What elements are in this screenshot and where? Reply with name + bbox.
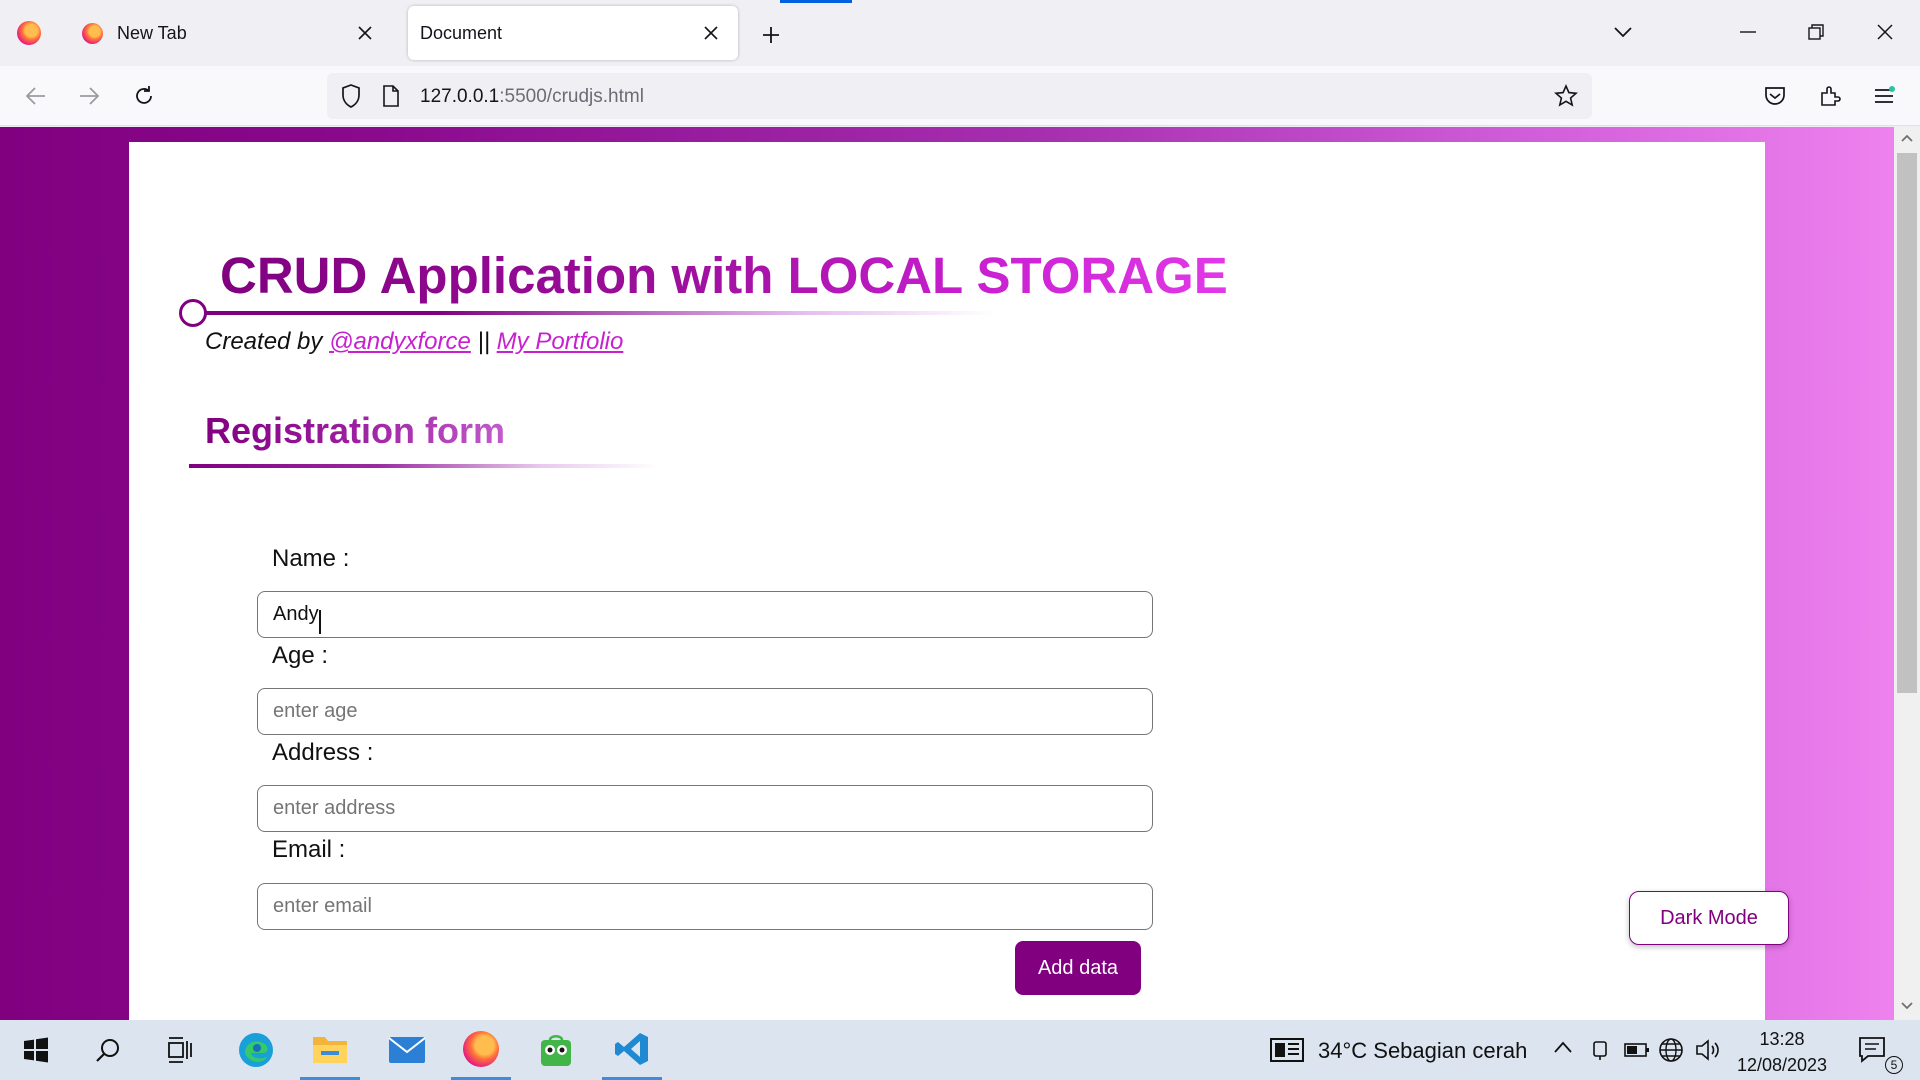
firefox-favicon-icon [82, 22, 103, 44]
scroll-down-icon[interactable] [1900, 999, 1914, 1013]
tab-title: Document [420, 22, 503, 43]
address-label: Address : [272, 739, 374, 766]
news-weather-icon[interactable] [1270, 1038, 1304, 1067]
battery-icon[interactable] [1624, 1042, 1650, 1063]
scroll-up-icon[interactable] [1900, 131, 1914, 145]
author-link[interactable]: @andyxforce [329, 328, 471, 355]
vscode-icon[interactable] [602, 1020, 662, 1080]
portfolio-link[interactable]: My Portfolio [497, 328, 624, 355]
vertical-scrollbar[interactable] [1894, 127, 1920, 1020]
network-globe-icon[interactable] [1658, 1037, 1684, 1068]
chevron-up-icon[interactable] [1553, 1040, 1573, 1059]
form-title-underline [189, 464, 659, 468]
windows-start-icon[interactable] [6, 1020, 66, 1080]
windows-taskbar: 34°C Sebagian cerah 13:28 12/08/2023 5 [0, 1020, 1920, 1080]
weather-text[interactable]: 34°C Sebagian cerah [1318, 1038, 1527, 1064]
meet-now-icon[interactable] [1590, 1038, 1610, 1067]
dark-mode-button[interactable]: Dark Mode [1629, 891, 1789, 945]
page-icon[interactable] [382, 85, 400, 112]
name-label: Name : [272, 545, 350, 572]
new-tab-button[interactable] [756, 20, 786, 50]
menu-icon[interactable] [1867, 79, 1901, 113]
form-title: Registration form [205, 410, 506, 451]
back-button[interactable] [19, 79, 53, 113]
volume-icon[interactable] [1695, 1038, 1721, 1067]
address-input[interactable] [257, 785, 1153, 832]
title-decoration-circle [179, 299, 207, 327]
system-clock[interactable]: 13:28 12/08/2023 [1736, 1026, 1828, 1078]
navigation-toolbar: 127.0.0.1:5500/crudjs.html [0, 66, 1920, 126]
firefox-icon[interactable] [451, 1020, 511, 1080]
tokopedia-icon[interactable] [526, 1020, 586, 1080]
tab-progress-indicator [780, 0, 852, 3]
clock-time: 13:28 [1759, 1029, 1805, 1049]
name-input[interactable] [257, 591, 1153, 638]
tab-document[interactable]: Document [408, 6, 738, 60]
restore-button[interactable] [1800, 16, 1832, 48]
page-viewport: CRUD Application with LOCAL STORAGE Crea… [0, 127, 1894, 1020]
firefox-menu-icon[interactable] [17, 21, 41, 45]
tab-title: New Tab [117, 22, 187, 43]
tab-strip: New Tab Document [0, 0, 1920, 66]
forward-button[interactable] [72, 79, 106, 113]
shield-icon[interactable] [341, 84, 361, 113]
address-bar[interactable]: 127.0.0.1:5500/crudjs.html [327, 73, 1592, 119]
age-input[interactable] [257, 688, 1153, 735]
file-explorer-icon[interactable] [300, 1020, 360, 1080]
credits-line: Created by @andyxforce || My Portfolio [205, 328, 624, 355]
page-title: CRUD Application with LOCAL STORAGE [220, 247, 1228, 304]
close-icon[interactable] [698, 20, 724, 46]
extensions-icon[interactable] [1813, 79, 1847, 113]
scrollbar-thumb[interactable] [1897, 153, 1917, 693]
notification-count-badge: 5 [1885, 1056, 1903, 1074]
edge-icon[interactable] [226, 1020, 286, 1080]
notification-center-icon[interactable] [1858, 1036, 1888, 1069]
minimize-button[interactable] [1732, 16, 1764, 48]
list-all-tabs-button[interactable] [1607, 16, 1639, 48]
text-caret [319, 610, 321, 634]
bookmark-star-icon[interactable] [1554, 84, 1578, 113]
close-icon[interactable] [352, 20, 378, 46]
add-data-button[interactable]: Add data [1015, 941, 1141, 995]
pocket-icon[interactable] [1758, 79, 1792, 113]
search-icon[interactable] [78, 1020, 138, 1080]
content-card: CRUD Application with LOCAL STORAGE Crea… [129, 142, 1765, 1020]
title-underline [195, 311, 995, 315]
mail-icon[interactable] [377, 1020, 437, 1080]
close-window-button[interactable] [1869, 16, 1901, 48]
age-label: Age : [272, 642, 329, 669]
reload-button[interactable] [127, 79, 161, 113]
tab-new-tab[interactable]: New Tab [66, 6, 392, 60]
task-view-icon[interactable] [149, 1020, 209, 1080]
email-label: Email : [272, 836, 346, 863]
email-input[interactable] [257, 883, 1153, 930]
clock-date: 12/08/2023 [1736, 1055, 1828, 1075]
url-text: 127.0.0.1:5500/crudjs.html [420, 86, 644, 107]
